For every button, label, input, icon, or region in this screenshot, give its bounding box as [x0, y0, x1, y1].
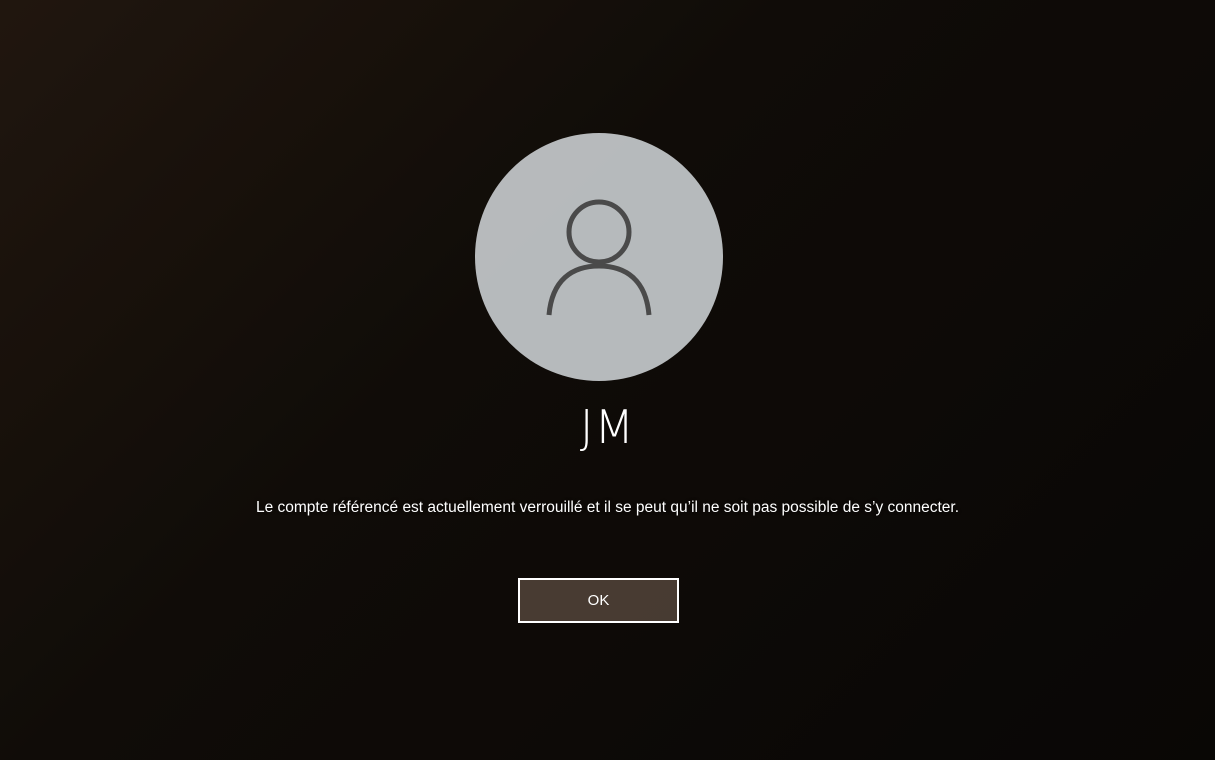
user-icon — [534, 190, 664, 324]
account-locked-message: Le compte référencé est actuellement ver… — [255, 499, 960, 516]
username: JM — [579, 400, 636, 454]
user-avatar — [475, 133, 723, 381]
lock-screen: JM Le compte référencé est actuellement … — [0, 0, 1215, 760]
ok-button[interactable]: OK — [518, 578, 679, 623]
